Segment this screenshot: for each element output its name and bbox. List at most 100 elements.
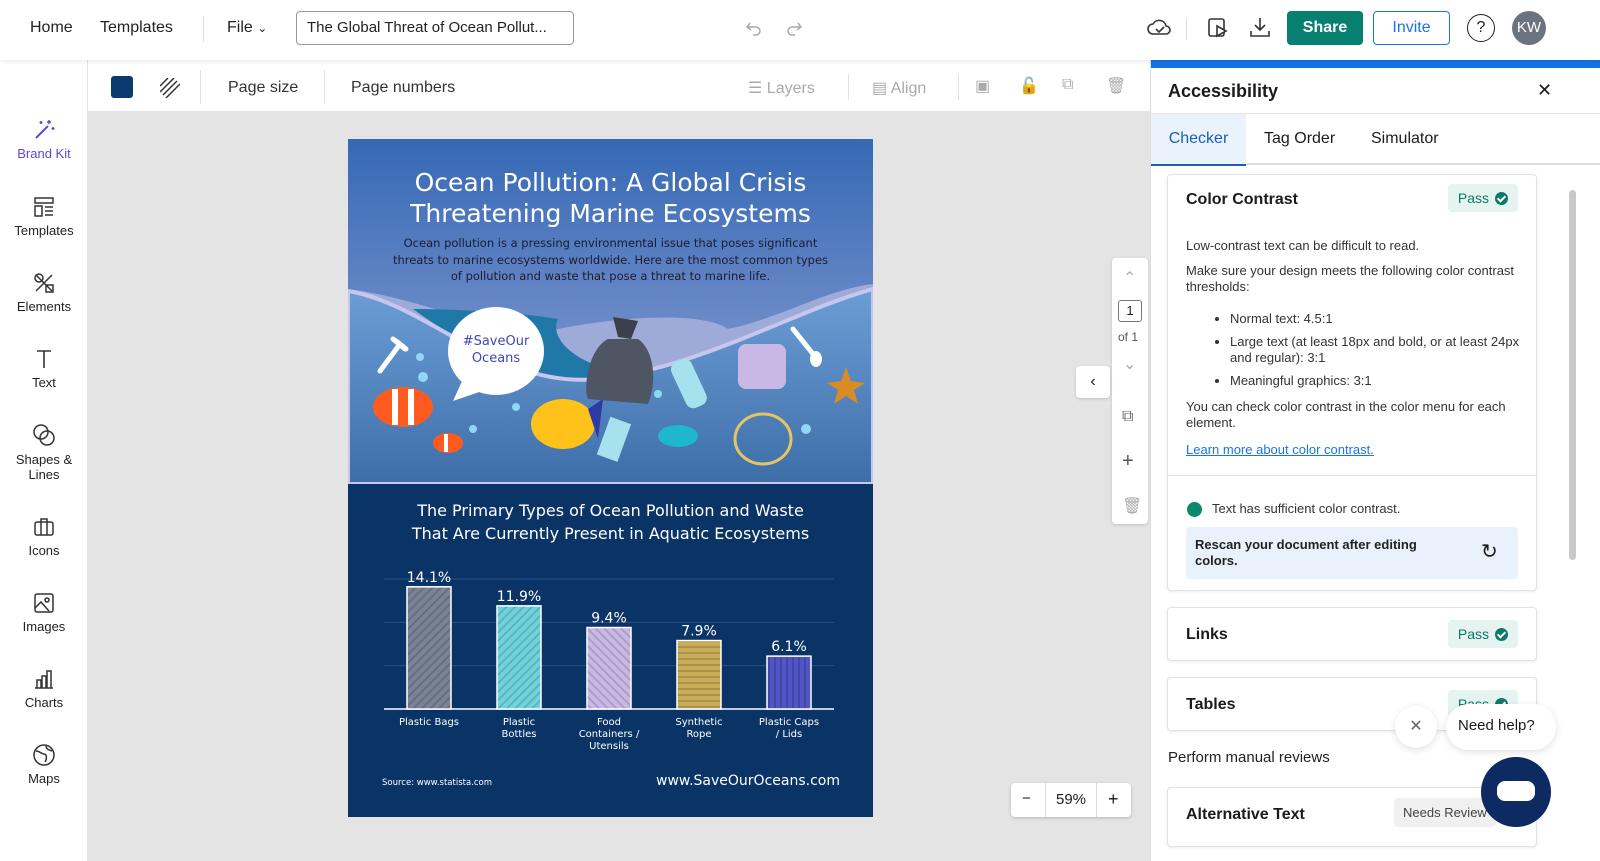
sidebar-item-label: Elements: [16, 299, 72, 314]
download-icon[interactable]: [1248, 15, 1272, 39]
present-icon[interactable]: [1206, 16, 1230, 40]
status-badge: Needs Review: [1394, 798, 1496, 827]
layers-button[interactable]: ☰ Layers: [748, 78, 815, 98]
delete-page-icon[interactable]: 🗑: [1122, 496, 1142, 516]
panel-scrollbar[interactable]: [1569, 190, 1576, 560]
page-size-button[interactable]: Page size: [228, 79, 298, 97]
category-label: Utensils: [589, 741, 629, 752]
page-number-input[interactable]: 1: [1118, 300, 1142, 322]
undo-icon[interactable]: [745, 19, 763, 37]
templates-icon: [34, 197, 54, 217]
help-icon[interactable]: ?: [1467, 14, 1495, 42]
chat-launcher-button[interactable]: [1481, 757, 1551, 827]
sidebar-item-templates[interactable]: Templates: [0, 195, 88, 238]
sidebar-item-label: Templates: [14, 223, 74, 238]
chevron-down-icon[interactable]: ⌄: [1123, 354, 1136, 374]
divider: [324, 70, 325, 104]
zoom-level[interactable]: 59%: [1045, 783, 1097, 817]
contrast-result: Text has sufficient color contrast.: [1212, 501, 1401, 516]
duplicate-icon[interactable]: ⧉: [1062, 76, 1073, 94]
sidebar-item-label: Text: [32, 375, 56, 390]
refresh-icon[interactable]: ↻: [1481, 539, 1498, 564]
group-icon[interactable]: ▣: [975, 76, 990, 96]
close-icon[interactable]: ✕: [1537, 80, 1552, 101]
redo-icon[interactable]: [785, 19, 803, 37]
sidebar-item-maps[interactable]: Maps: [0, 743, 88, 786]
dismiss-help-button[interactable]: ✕: [1395, 706, 1437, 748]
panel-accent-bar: [1151, 60, 1600, 68]
divider: [958, 74, 959, 100]
pattern-icon[interactable]: [160, 78, 180, 98]
cloud-saved-icon[interactable]: [1146, 16, 1172, 40]
top-bar: Home Templates File ⌄ The Global Threat …: [0, 0, 1600, 60]
card-title: Color Contrast: [1186, 191, 1298, 208]
category-label: Food: [597, 717, 621, 728]
divider: [1168, 475, 1536, 476]
status-badge: Pass: [1447, 184, 1518, 212]
invite-button[interactable]: Invite: [1373, 11, 1450, 45]
website-text[interactable]: www.SaveOurOceans.com: [656, 773, 840, 789]
templates-link[interactable]: Templates: [100, 19, 173, 37]
bubble-text[interactable]: #SaveOur Oceans: [450, 333, 542, 367]
data-label: 6.1%: [771, 639, 807, 655]
tab-simulator[interactable]: Simulator: [1371, 130, 1439, 148]
sidebar-item-brand-kit[interactable]: Brand Kit: [0, 118, 88, 161]
sidebar-item-text[interactable]: Text: [0, 347, 88, 390]
chart-icon: [35, 670, 53, 689]
share-button[interactable]: Share: [1287, 11, 1363, 45]
sidebar-item-charts[interactable]: Charts: [0, 667, 88, 710]
shapes-icon: [33, 424, 55, 446]
tab-tag-order[interactable]: Tag Order: [1264, 130, 1335, 148]
file-menu[interactable]: File ⌄: [227, 19, 267, 37]
panel-tabs: Checker Tag Order Simulator: [1151, 113, 1600, 166]
links-card[interactable]: Links Pass: [1167, 607, 1537, 661]
accessibility-panel: Accessibility ✕ Checker Tag Order Simula…: [1150, 60, 1600, 861]
home-link[interactable]: Home: [30, 19, 73, 37]
category-label: Plastic Bags: [399, 717, 459, 728]
magic-wand-icon: [35, 120, 55, 139]
zoom-control: − 59% +: [1011, 783, 1131, 817]
check-circle-icon: [1187, 502, 1202, 517]
bar-chart[interactable]: 14.1% Plastic Bags 11.9% PlasticBottles 9.4%…: [348, 484, 873, 754]
page-numbers-button[interactable]: Page numbers: [351, 79, 455, 97]
align-button[interactable]: ▤ Align: [872, 78, 926, 98]
add-page-icon[interactable]: +: [1122, 450, 1134, 473]
card-title: Links: [1186, 626, 1228, 643]
lock-icon[interactable]: 🔓: [1019, 76, 1039, 96]
sidebar-item-icons[interactable]: Icons: [0, 515, 88, 558]
infographic-intro[interactable]: Ocean pollution is a pressing environmen…: [348, 235, 873, 285]
learn-more-link[interactable]: Learn more about color contrast.: [1186, 442, 1374, 458]
sidebar-item-shapes-lines[interactable]: Shapes & Lines: [0, 422, 88, 482]
chevron-up-icon[interactable]: ⌃: [1123, 268, 1136, 288]
sidebar-item-label: Images: [22, 619, 66, 634]
source-text[interactable]: Source: www.statista.com: [382, 778, 492, 788]
bar: [586, 626, 632, 710]
zoom-in-button[interactable]: +: [1108, 789, 1119, 810]
background-color-swatch[interactable]: [111, 76, 133, 98]
avatar[interactable]: KW: [1512, 11, 1546, 45]
panel-title: Accessibility: [1168, 81, 1279, 101]
elements-icon: [34, 273, 54, 293]
trash-icon[interactable]: 🗑: [1106, 76, 1126, 96]
image-icon: [34, 593, 54, 613]
threshold-item: Normal text: 4.5:1: [1230, 311, 1520, 327]
need-help-bubble[interactable]: Need help?: [1446, 704, 1556, 750]
chevron-left-icon: ‹: [1090, 373, 1096, 390]
sidebar-item-elements[interactable]: Elements: [0, 271, 88, 314]
layers-label: Layers: [766, 80, 815, 97]
data-label: 11.9%: [497, 589, 541, 605]
add-page-copy-icon[interactable]: ⧉: [1122, 408, 1133, 426]
infographic-title[interactable]: Ocean Pollution: A Global Crisis Threate…: [348, 167, 873, 229]
tab-checker[interactable]: Checker: [1151, 114, 1246, 166]
collapse-panel-button[interactable]: ‹: [1076, 366, 1110, 398]
contrast-intro: Low-contrast text can be difficult to re…: [1186, 238, 1420, 253]
document-title-input[interactable]: The Global Threat of Ocean Pollut...: [296, 11, 574, 45]
sidebar-item-images[interactable]: Images: [0, 591, 88, 634]
zoom-out-button[interactable]: −: [1022, 790, 1031, 807]
infographic-page[interactable]: Ocean Pollution: A Global Crisis Threate…: [348, 139, 873, 817]
chevron-down-icon: ⌄: [257, 21, 268, 35]
category-label: Plastic Caps: [759, 717, 819, 728]
check-circle-icon: [1495, 192, 1508, 205]
align-icon: ▤: [872, 80, 888, 97]
page-count: of 1: [1118, 330, 1139, 344]
